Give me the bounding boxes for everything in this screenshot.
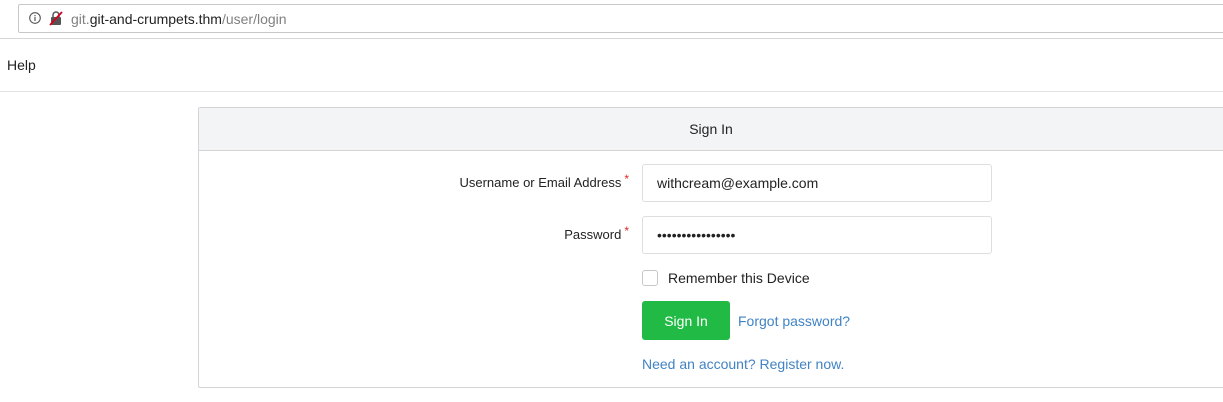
- required-marker: *: [624, 172, 629, 186]
- insecure-lock-icon[interactable]: [49, 11, 63, 26]
- username-input[interactable]: [642, 164, 992, 202]
- password-label: Password *: [564, 224, 629, 242]
- signin-title: Sign In: [199, 108, 1223, 151]
- password-input[interactable]: [642, 216, 992, 254]
- url-path: /user/login: [221, 11, 287, 27]
- url-prefix: git.: [71, 11, 90, 27]
- username-label: Username or Email Address *: [459, 172, 629, 190]
- url-host: git-and-crumpets.thm: [89, 11, 222, 27]
- signin-panel: Sign In Username or Email Address* Passw…: [198, 107, 1223, 388]
- required-marker: *: [624, 224, 629, 238]
- top-navigation: Help: [0, 39, 1223, 92]
- address-bar[interactable]: git.git-and-crumpets.thm/user/login: [18, 4, 1223, 33]
- forgot-password-link[interactable]: Forgot password?: [738, 313, 850, 329]
- username-label-text: Username or Email Address: [459, 175, 622, 190]
- url-text[interactable]: git.git-and-crumpets.thm/user/login: [71, 10, 287, 28]
- browser-toolbar: git.git-and-crumpets.thm/user/login: [0, 0, 1223, 39]
- remember-device-checkbox[interactable]: [642, 270, 658, 286]
- info-icon[interactable]: [29, 12, 41, 24]
- remember-device-label[interactable]: Remember this Device: [668, 270, 810, 286]
- register-link[interactable]: Need an account? Register now.: [642, 356, 844, 372]
- signin-button[interactable]: Sign In: [642, 301, 730, 340]
- password-label-text: Password: [564, 227, 622, 242]
- help-link[interactable]: Help: [7, 57, 36, 73]
